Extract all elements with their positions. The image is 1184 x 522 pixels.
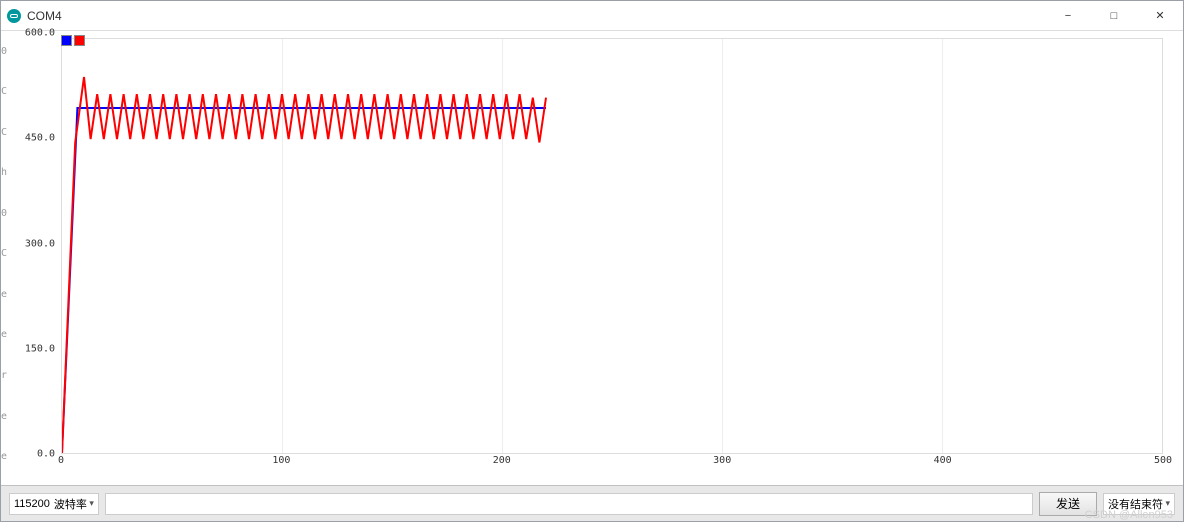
maximize-button[interactable]: □ [1091,1,1137,31]
x-tick: 400 [934,455,952,466]
bottom-toolbar: 115200 波特率 ▾ 发送 没有结束符 ▾ CSDN @Allen953 [1,485,1183,521]
legend-swatch-2 [74,35,85,46]
line-ending-select[interactable]: 没有结束符 ▾ [1103,493,1175,515]
baud-value: 115200 [14,498,54,510]
y-tick: 600.0 [25,28,55,39]
x-tick: 200 [493,455,511,466]
plot-svg [62,39,1162,453]
background-gutter: 0 C C h 0 C e e r e e [1,33,9,479]
send-button[interactable]: 发送 [1039,492,1097,516]
plot-line [62,77,546,453]
plot-line [62,108,546,453]
y-axis-labels: 600.0 450.0 300.0 150.0 0.0 [21,33,57,454]
window-title: COM4 [27,9,62,23]
x-axis-labels: 0 100 200 300 400 500 [61,455,1163,469]
chart-canvas [61,38,1163,454]
arduino-icon [7,9,21,23]
legend [61,35,85,46]
close-button[interactable]: ✕ [1137,1,1183,31]
line-ending-value: 没有结束符 [1108,496,1163,512]
x-tick: 300 [713,455,731,466]
y-tick: 450.0 [25,133,55,144]
legend-swatch-1 [61,35,72,46]
y-tick: 150.0 [25,343,55,354]
x-tick: 0 [58,455,64,466]
x-tick: 500 [1154,455,1172,466]
baud-label: 波特率 [54,496,87,512]
plot-area: 600.0 450.0 300.0 150.0 0.0 0 100 200 30… [21,33,1163,479]
minimize-button[interactable]: − [1045,1,1091,31]
chevron-down-icon: ▾ [1163,498,1170,509]
serial-plotter-window: COM4 − □ ✕ 0 C C h 0 C e e r e e 600.0 4… [0,0,1184,522]
send-input[interactable] [105,493,1033,515]
x-tick: 100 [272,455,290,466]
y-tick: 300.0 [25,238,55,249]
y-tick: 0.0 [37,449,55,460]
title-bar[interactable]: COM4 − □ ✕ [1,1,1183,31]
chevron-down-icon: ▾ [87,498,94,509]
baud-rate-select[interactable]: 115200 波特率 ▾ [9,493,99,515]
